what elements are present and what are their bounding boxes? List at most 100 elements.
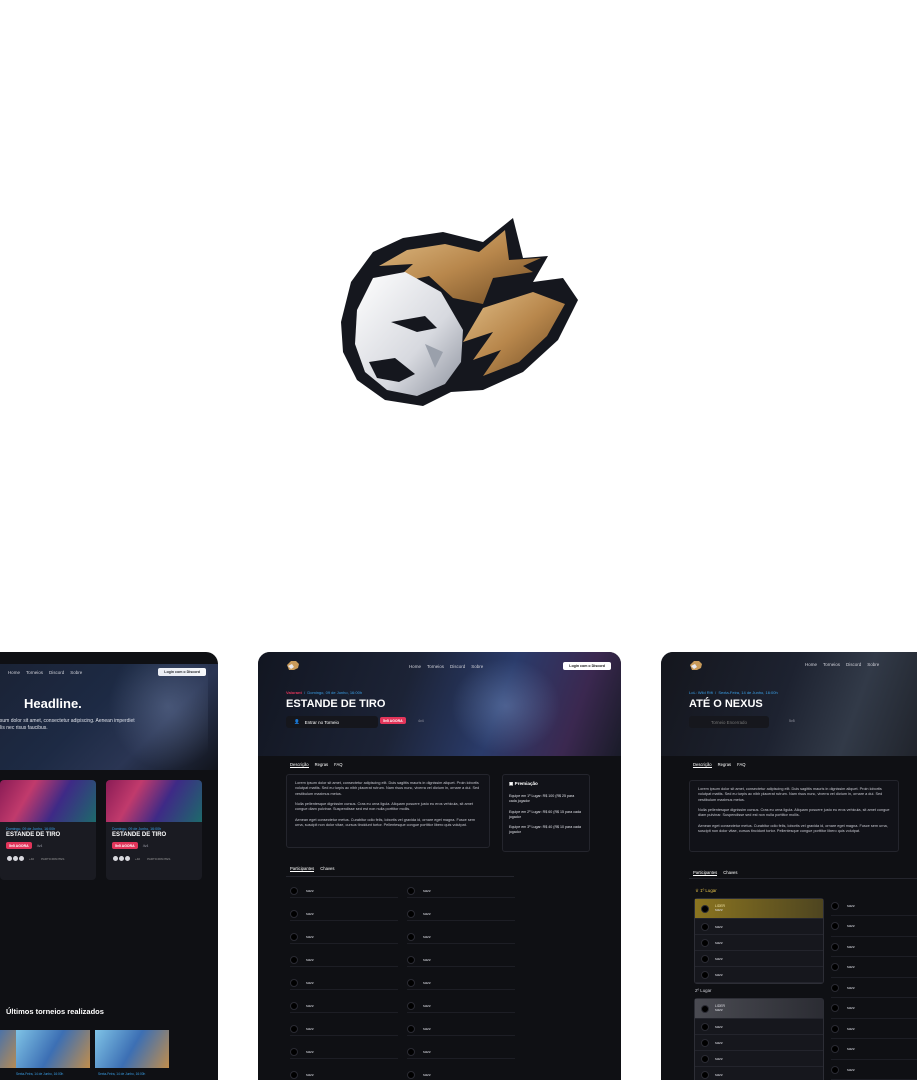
participant-row[interactable]: sazz <box>290 1068 398 1080</box>
participant-row[interactable]: sazz <box>407 953 515 967</box>
game-name[interactable]: LoL: Wild Rift <box>689 690 713 695</box>
avatar <box>407 1047 415 1056</box>
tab-participantes[interactable]: Participantes <box>290 866 315 872</box>
join-tournament-button[interactable]: 👤 Entrar no Torneio <box>286 716 378 728</box>
participant-row[interactable]: sazz <box>407 999 515 1013</box>
participant-row[interactable]: sazz <box>290 930 398 944</box>
login-discord-button[interactable]: Login com o Discord <box>158 668 206 676</box>
tournament-card[interactable]: Domingo, 09 de Junho, 16:00h ESTANDE DE … <box>106 780 202 880</box>
avatar <box>407 909 415 918</box>
breadcrumb: Valorant / Domingo, 09 de Junho, 16:00h <box>286 690 363 695</box>
avatar <box>290 1024 298 1033</box>
tab-regras[interactable]: Regras <box>315 762 329 768</box>
game-name[interactable]: Valorant <box>286 690 302 695</box>
participant-row[interactable]: sazz <box>831 1060 917 1080</box>
player-name: sazz <box>423 1003 431 1008</box>
participant-row[interactable]: sazz <box>407 1045 515 1059</box>
participant-row[interactable]: sazz <box>831 896 917 916</box>
team-member-row[interactable]: sazz <box>695 1035 823 1051</box>
avatar <box>407 1024 415 1033</box>
participant-row[interactable]: sazz <box>831 937 917 957</box>
nav-home[interactable]: Home <box>805 662 817 667</box>
player-name: sazz <box>847 944 855 949</box>
participant-row[interactable]: sazz <box>831 1019 917 1039</box>
player-name: sazz <box>847 965 855 969</box>
player-name: sazz <box>847 1026 855 1031</box>
login-discord-button[interactable]: Login com o Discord <box>563 662 611 670</box>
avatar <box>290 886 298 895</box>
team-member-row[interactable]: sazz <box>695 935 823 951</box>
description-paragraph: Aenean eget consectetur metus. Curabitur… <box>295 817 476 827</box>
user-plus-icon: 👤 <box>294 719 300 724</box>
team-member-row[interactable]: sazz <box>695 919 823 935</box>
participant-row[interactable]: sazz <box>407 930 515 944</box>
tournament-date: Sexta-Feira, 14 de Junho, 16:00h <box>718 690 778 695</box>
participant-row[interactable]: sazz <box>407 1022 515 1036</box>
team-member-row[interactable]: sazz <box>695 1067 823 1080</box>
participant-row[interactable]: sazz <box>831 917 917 937</box>
mode-label: 5v5 <box>789 719 795 723</box>
tab-faq[interactable]: FAQ <box>334 762 342 768</box>
avatar <box>701 1054 709 1063</box>
team-member-row[interactable]: sazz <box>695 1019 823 1035</box>
nav-sobre[interactable]: Sobre <box>70 670 82 675</box>
participant-row[interactable]: sazz <box>407 907 515 921</box>
lion-logo-small[interactable] <box>689 660 703 671</box>
participant-row[interactable]: sazz <box>831 1040 917 1060</box>
past-tournament-thumb[interactable] <box>95 1030 169 1068</box>
tab-chaves[interactable]: Chaves <box>723 870 737 876</box>
avatar <box>407 886 415 895</box>
participant-row[interactable]: sazz <box>831 958 917 978</box>
nav-torneios[interactable]: Torneios <box>26 670 43 675</box>
status-badge: 5v5 AGORA <box>112 842 138 849</box>
participant-row[interactable]: sazz <box>290 1045 398 1059</box>
tab-faq[interactable]: FAQ <box>737 762 745 768</box>
nav-torneios[interactable]: Torneios <box>823 662 840 667</box>
participant-row[interactable]: sazz <box>290 1022 398 1036</box>
participant-row[interactable]: sazz <box>407 976 515 990</box>
avatar <box>290 909 298 918</box>
nav-home[interactable]: Home <box>409 664 421 669</box>
nav-sobre[interactable]: Sobre <box>867 662 879 667</box>
card-date: Domingo, 09 de Junho, 16:00h <box>112 827 162 831</box>
status-badge: 5v5 AGORA <box>380 717 406 724</box>
team-member-row[interactable]: sazz <box>695 967 823 983</box>
tab-chaves[interactable]: Chaves <box>320 866 334 872</box>
team-member-row[interactable]: sazz <box>695 951 823 967</box>
participant-row[interactable]: sazz <box>290 976 398 990</box>
tab-participantes[interactable]: Participantes <box>693 870 718 876</box>
player-name: sazz <box>715 1040 723 1045</box>
player-name: sazz <box>306 934 314 939</box>
nav-sobre[interactable]: Sobre <box>471 664 483 669</box>
tournament-ended-badge: Torneio Encerrado <box>689 716 769 728</box>
participant-row[interactable]: sazz <box>407 884 515 898</box>
lion-logo <box>341 218 578 406</box>
participant-row[interactable]: sazz <box>290 999 398 1013</box>
tab-descricao[interactable]: Descrição <box>290 762 309 768</box>
lion-logo-small[interactable] <box>286 660 300 671</box>
nav-discord[interactable]: Discord <box>846 662 861 667</box>
nav-home[interactable]: Home <box>8 670 20 675</box>
avatar <box>701 904 709 913</box>
participant-row[interactable]: sazz <box>290 953 398 967</box>
tournament-card[interactable]: Domingo, 09 de Junho, 16:00h ESTANDE DE … <box>0 780 96 880</box>
tab-descricao[interactable]: Descrição <box>693 762 712 768</box>
player-name: sazz <box>306 1049 314 1054</box>
avatar <box>290 1070 298 1079</box>
team-member-row[interactable]: sazz <box>695 1051 823 1067</box>
participant-row[interactable]: sazz <box>407 1068 515 1080</box>
participant-row[interactable]: sazz <box>290 884 398 898</box>
card-title: ESTANDE DE TIRO <box>112 832 167 838</box>
avatar <box>701 1038 709 1047</box>
participant-row[interactable]: sazz <box>290 907 398 921</box>
nav-discord[interactable]: Discord <box>49 670 64 675</box>
description-panel: Lorem ipsum dolor sit amet, consectetur … <box>286 774 490 848</box>
participant-row[interactable]: sazz <box>831 978 917 998</box>
description-paragraph: Nulla pellentesque dignissim cursus. Cra… <box>698 807 890 818</box>
tab-regras[interactable]: Regras <box>718 762 732 768</box>
prize-first: Equipe em 1º Lugar: R$ 100 (R$ 25 para c… <box>509 794 575 803</box>
nav-torneios[interactable]: Torneios <box>427 664 444 669</box>
participant-row[interactable]: sazz <box>831 999 917 1019</box>
past-tournament-thumb[interactable] <box>16 1030 90 1068</box>
nav-discord[interactable]: Discord <box>450 664 465 669</box>
